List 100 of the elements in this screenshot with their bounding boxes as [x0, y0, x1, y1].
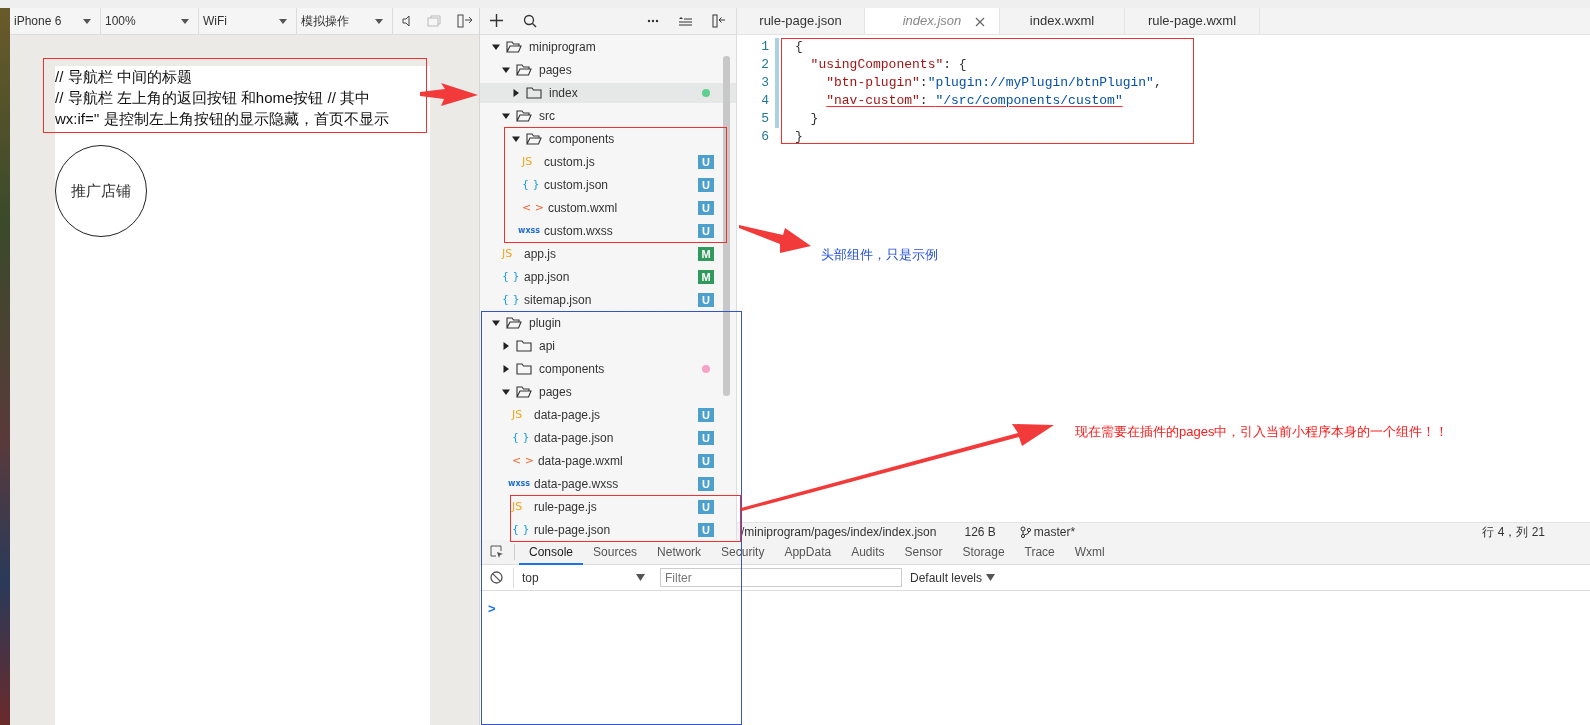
caret-icon[interactable] [512, 134, 520, 143]
file-item[interactable]: wxss data-page.wxss U [480, 473, 736, 494]
editor-tab[interactable]: index.json [865, 8, 1000, 34]
device-select[interactable]: 100% [101, 8, 199, 34]
caret-icon[interactable] [492, 42, 500, 51]
comment-text: // 导航栏 左上角的返回按钮 和home按钮 // 其中 [55, 88, 372, 108]
levels-select[interactable]: Default levels [910, 568, 996, 587]
folder-item[interactable]: components [480, 128, 736, 149]
filter-field[interactable]: Filter [660, 568, 902, 587]
file-name: components [549, 130, 616, 148]
git-status-badge: M [698, 246, 714, 261]
inspect-icon[interactable] [490, 545, 504, 559]
exit-panel-icon[interactable] [457, 14, 473, 28]
git-status-badge: U [698, 200, 714, 215]
devtools-tab[interactable]: Audits [841, 539, 895, 565]
branch-icon[interactable] [1019, 525, 1031, 538]
file-item[interactable]: < > data-page.wxml U [480, 450, 736, 471]
file-item[interactable]: wxss custom.wxss U [480, 220, 736, 241]
folder-icon [506, 316, 522, 330]
editor-tab[interactable]: index.wxml [1000, 8, 1125, 34]
file-item[interactable]: { } app.json M [480, 266, 736, 287]
line-number: 3 [760, 74, 770, 92]
folder-icon [516, 362, 532, 376]
code-line: { [795, 38, 803, 56]
file-name: rule-page.json [534, 521, 612, 539]
caret-icon[interactable] [502, 387, 510, 396]
scrollbar-thumb[interactable] [723, 56, 730, 396]
file-item[interactable]: JS custom.js U [480, 151, 736, 172]
caret-icon[interactable] [502, 364, 510, 373]
search-icon[interactable] [523, 13, 537, 28]
speaker-icon[interactable] [401, 15, 411, 27]
file-name: data-page.wxml [537, 452, 624, 470]
plus-icon[interactable] [490, 14, 503, 28]
file-type-icon: { } [522, 176, 544, 194]
folder-item[interactable]: plugin [480, 312, 736, 333]
file-item[interactable]: JS data-page.js U [480, 404, 736, 425]
file-name: pages [539, 383, 573, 401]
file-name: sitemap.json [524, 291, 593, 309]
code-line: "btn-plugin":"plugin://myPlugin/btnPlugin", [825, 74, 1162, 92]
git-status-badge: U [698, 522, 714, 537]
devtools-tab[interactable]: Sources [583, 539, 648, 565]
folder-item[interactable]: miniprogram [480, 36, 736, 57]
collapse-icon[interactable] [679, 15, 692, 26]
devtools-tab[interactable]: Storage [952, 539, 1015, 565]
caret-icon[interactable] [502, 341, 510, 350]
git-status-badge: U [698, 177, 714, 192]
file-item[interactable]: { } sitemap.json U [480, 289, 736, 310]
devtools-tab[interactable]: Trace [1014, 539, 1065, 565]
file-name: custom.json [544, 176, 610, 194]
folder-item[interactable]: src [480, 105, 736, 126]
context-select[interactable]: top [513, 567, 653, 588]
line-number: 2 [760, 56, 770, 74]
folder-item[interactable]: api [480, 335, 736, 356]
file-name: custom.wxml [547, 199, 619, 217]
file-name: index [549, 84, 579, 102]
caret-icon[interactable] [512, 88, 520, 97]
console-prompt: > [488, 601, 496, 616]
git-status-badge: U [698, 499, 714, 514]
device-select[interactable]: WiFi [199, 8, 297, 34]
branch-name[interactable]: master* [1033, 522, 1076, 541]
close-icon[interactable] [975, 17, 985, 27]
file-item[interactable]: { } data-page.json U [480, 427, 736, 448]
devtools-tab[interactable]: AppData [774, 539, 842, 565]
folder-item[interactable]: index [480, 82, 736, 103]
file-type-icon: { } [502, 268, 524, 286]
caret-icon[interactable] [502, 111, 510, 120]
file-type-icon: < > [512, 452, 538, 470]
git-status-badge: U [698, 407, 714, 422]
devtools-tab[interactable]: Sensor [894, 539, 953, 565]
caret-icon[interactable] [492, 318, 500, 327]
cursor-position: 行 4，列 21 [1482, 523, 1545, 541]
code-line: } [795, 128, 803, 146]
file-item[interactable]: { } custom.json U [480, 174, 736, 195]
folder-item[interactable]: pages [480, 381, 736, 402]
file-type-icon: wxss [518, 224, 545, 237]
more-icon[interactable] [647, 18, 659, 23]
file-name: components [539, 360, 606, 378]
devtools-tab[interactable]: Network [647, 539, 712, 565]
panel-toggle-icon[interactable] [712, 13, 726, 28]
caret-icon [82, 17, 92, 25]
folder-item[interactable]: components [480, 358, 736, 379]
line-number: 6 [760, 128, 770, 146]
file-item[interactable]: JS app.js M [480, 243, 736, 264]
folder-icon [506, 40, 522, 54]
git-status-badge: U [698, 430, 714, 445]
device-select[interactable]: iPhone 6 [10, 8, 101, 34]
folder-item[interactable]: pages [480, 59, 736, 80]
editor-tab[interactable]: rule-page.wxml [1125, 8, 1260, 34]
folder-icon [526, 132, 542, 146]
folder-icon [516, 385, 532, 399]
code-line: } [809, 110, 819, 128]
caret-icon[interactable] [502, 65, 510, 74]
devtools-tab[interactable]: Wxml [1064, 539, 1115, 565]
clear-console-icon[interactable] [490, 571, 503, 584]
file-item[interactable]: < > custom.wxml U [480, 197, 736, 218]
devtools-tab[interactable]: Console [519, 539, 584, 565]
folder-icon [516, 63, 532, 77]
file-item[interactable]: JS rule-page.js U [480, 496, 736, 517]
device-select[interactable]: 模拟操作 [297, 8, 393, 34]
file-item[interactable]: { } rule-page.json U [480, 519, 736, 540]
